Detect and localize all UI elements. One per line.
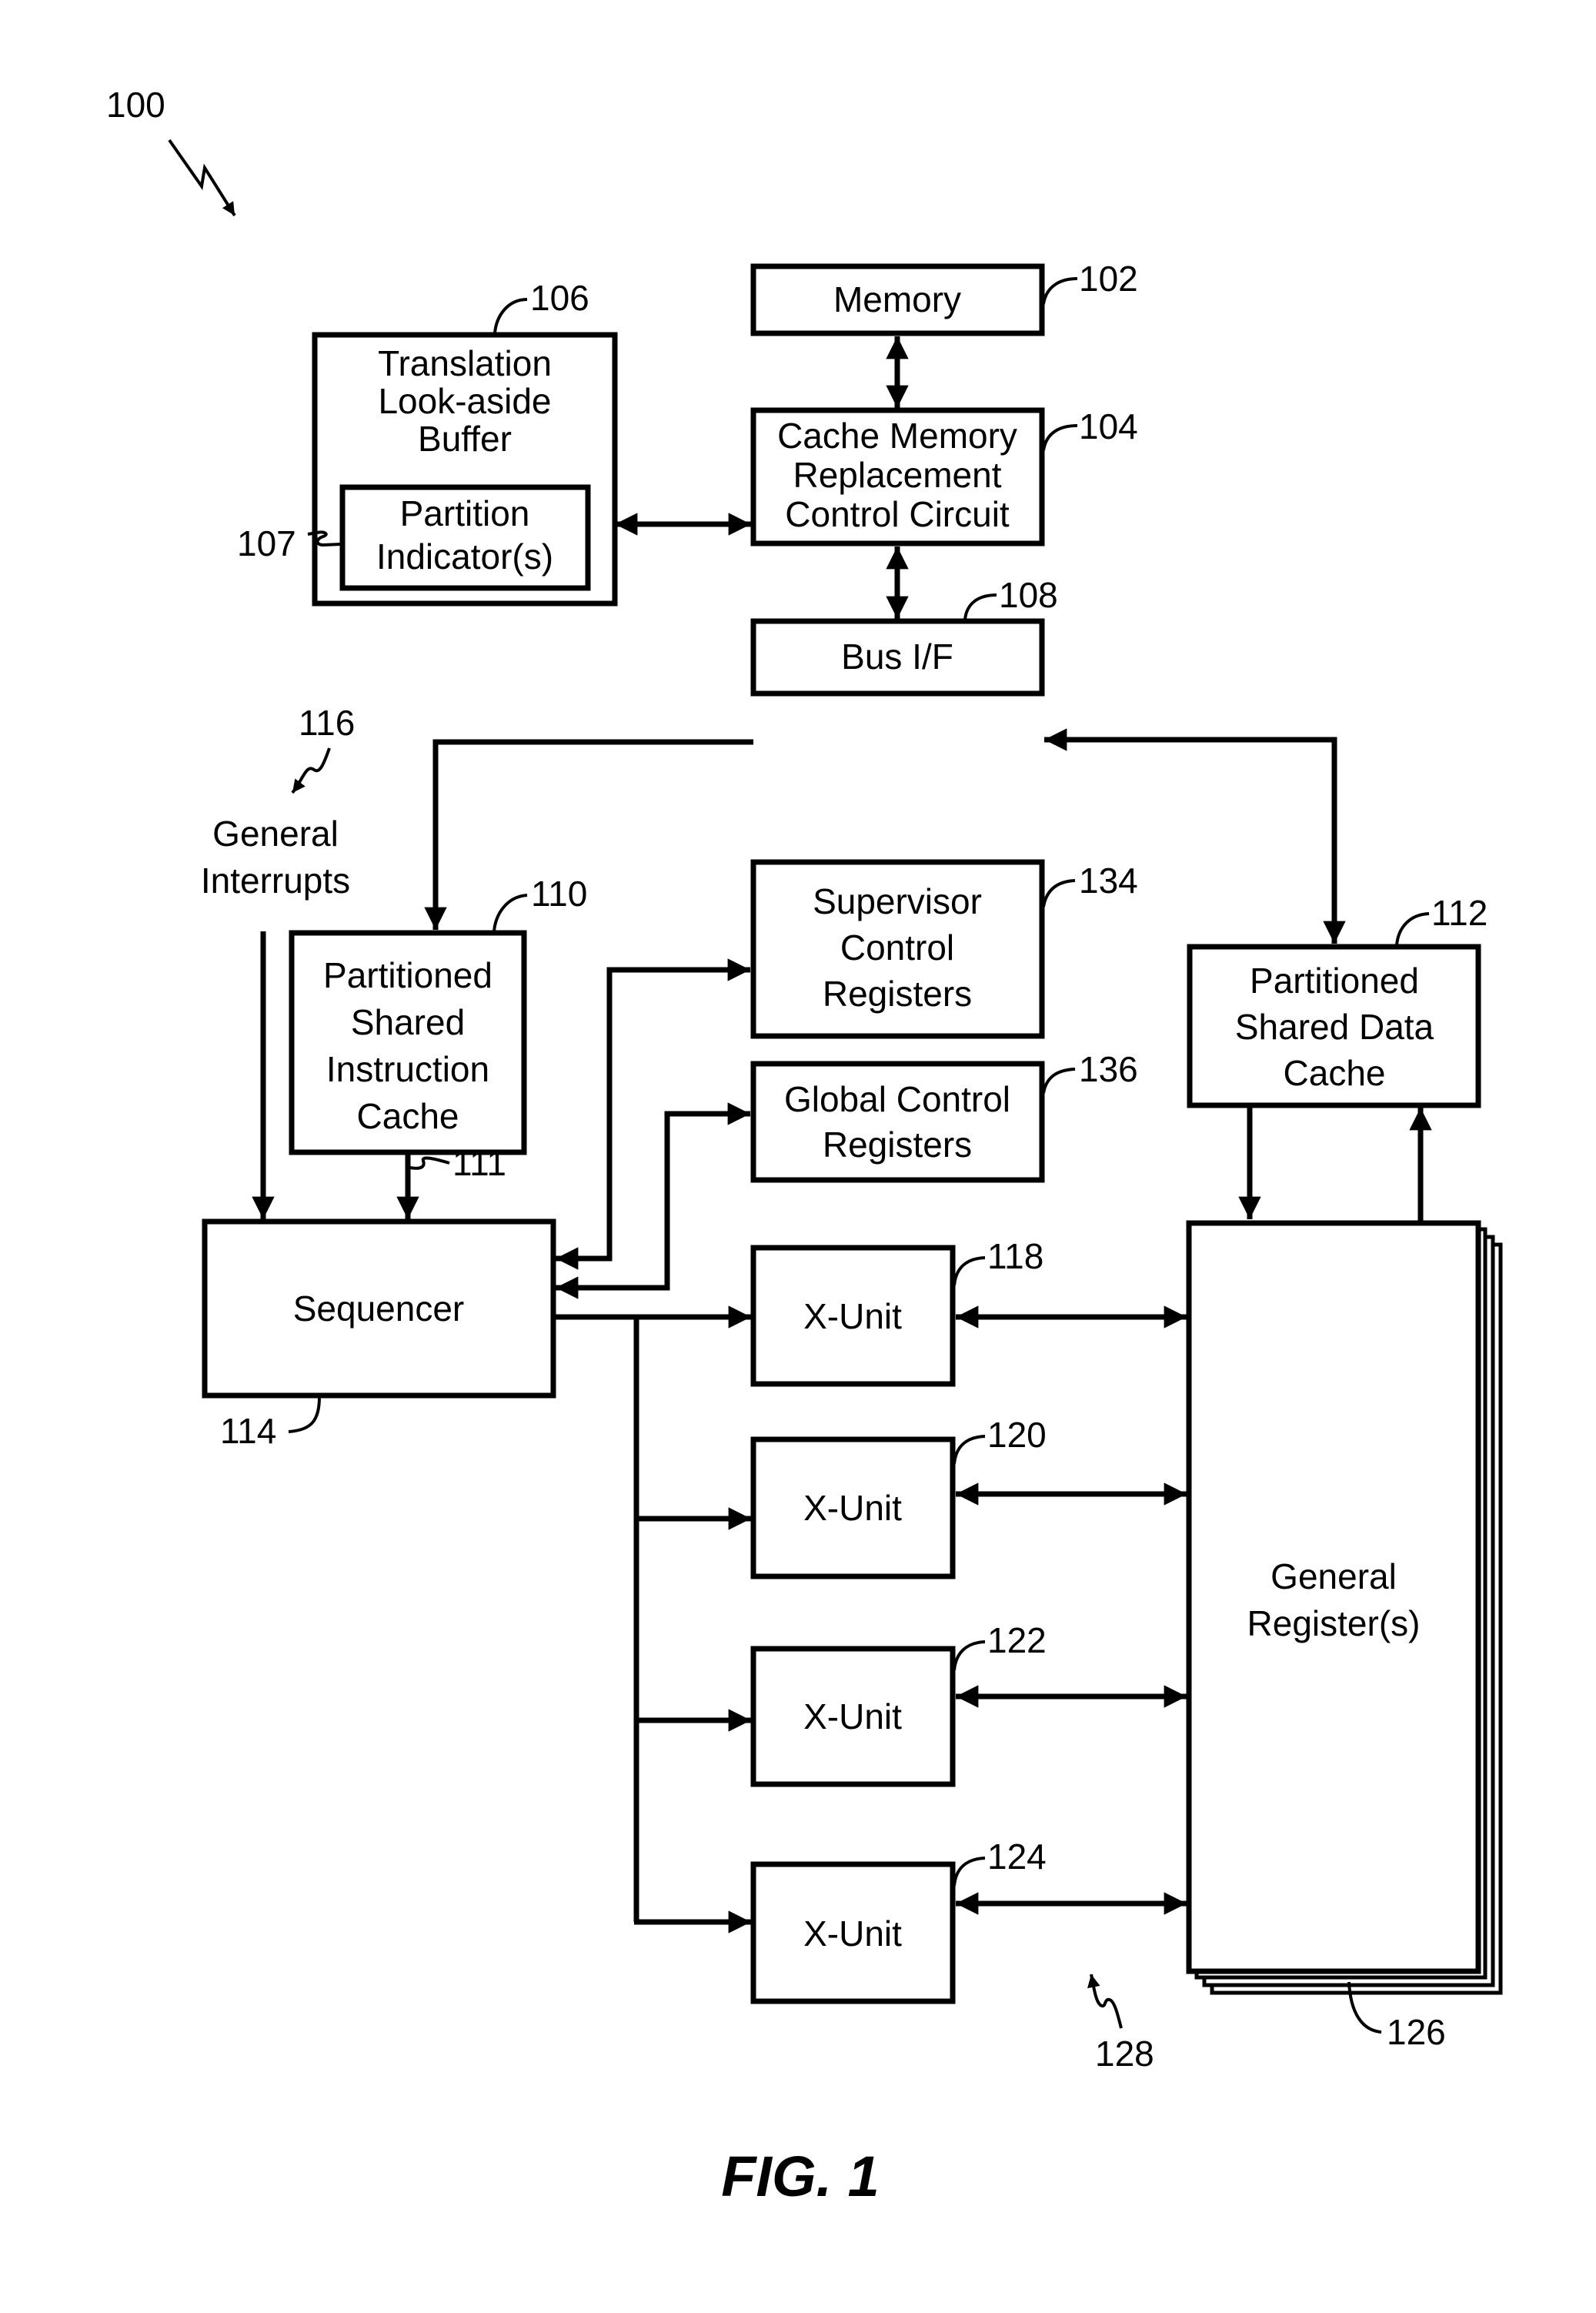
general-interrupts: 116 General Interrupts <box>201 703 356 901</box>
supervisor-label-line1: Supervisor <box>813 881 982 921</box>
ref-110: 110 <box>531 874 587 914</box>
lightning-arrow-icon <box>168 139 236 217</box>
interrupts-label-line1: General <box>212 814 339 854</box>
leader-134 <box>1042 879 1076 907</box>
global-label-line2: Registers <box>823 1125 972 1165</box>
cache-ctrl-label-line2: Replacement <box>793 455 1001 495</box>
supervisor-label-line2: Control <box>840 928 954 968</box>
leader-108 <box>963 593 997 620</box>
leader-122 <box>953 1640 986 1671</box>
xunit-124-block[interactable]: X-Unit <box>750 1861 956 2004</box>
leader-102 <box>1042 277 1078 305</box>
ref-124: 124 <box>987 1837 1047 1877</box>
ref-106: 106 <box>530 278 589 318</box>
partition-indicators-label-line2: Indicator(s) <box>376 536 553 577</box>
gen-regs-label-line1: General <box>1270 1556 1397 1596</box>
data-cache-label-line2: Shared Data <box>1235 1007 1434 1047</box>
ref-120: 120 <box>987 1415 1047 1455</box>
ref-126: 126 <box>1387 2012 1446 2052</box>
register-layer-1 <box>1186 1220 1481 1974</box>
tlb-label-line2: Look-aside <box>378 381 551 421</box>
ref-104: 104 <box>1079 406 1138 446</box>
bus-data-cache-link <box>1044 728 1346 944</box>
cache-ctrl-label-line1: Cache Memory <box>777 416 1017 456</box>
instr-cache-label-line1: Partitioned <box>323 955 492 995</box>
lightning-arrow-icon <box>1087 1974 1123 2029</box>
sequencer-global-link <box>556 1102 750 1299</box>
ref-128: 128 <box>1095 2034 1154 2074</box>
leader-111 <box>409 1156 450 1170</box>
xunit-124-label: X-Unit <box>803 1914 902 1954</box>
global-registers-block[interactable]: Global Control Registers <box>750 1061 1045 1183</box>
sequencer-block[interactable]: Sequencer <box>202 1218 556 1399</box>
xunit-120-block[interactable]: X-Unit <box>750 1436 956 1579</box>
lightning-arrow-icon <box>291 747 331 794</box>
ref-136: 136 <box>1079 1049 1138 1089</box>
leader-120 <box>953 1435 986 1465</box>
execution-units-reference: 128 <box>1087 1974 1154 2074</box>
instruction-cache-block[interactable]: Partitioned Shared Instruction Cache <box>289 930 527 1155</box>
ref-112: 112 <box>1431 893 1487 933</box>
leader-136 <box>1042 1068 1076 1094</box>
ref-118: 118 <box>987 1236 1043 1276</box>
general-registers-block[interactable]: General Register(s) <box>1186 1220 1503 1995</box>
tlb-label-line3: Buffer <box>418 419 512 459</box>
cache-ctrl-label-line3: Control Circuit <box>785 494 1010 534</box>
ref-134: 134 <box>1079 861 1138 901</box>
data-cache-label-line1: Partitioned <box>1250 961 1419 1001</box>
xunit-122-block[interactable]: X-Unit <box>750 1646 956 1787</box>
gen-regs-label-line2: Register(s) <box>1247 1603 1421 1643</box>
ref-102: 102 <box>1079 259 1138 299</box>
interrupts-label-line2: Interrupts <box>201 861 350 901</box>
system-reference: 100 <box>106 85 236 217</box>
leader-118 <box>953 1256 986 1286</box>
xunit-118-block[interactable]: X-Unit <box>750 1245 956 1387</box>
instr-cache-label-line2: Shared <box>351 1002 465 1042</box>
leader-114 <box>288 1396 321 1433</box>
leader-112 <box>1395 912 1430 946</box>
leader-110 <box>492 894 528 932</box>
supervisor-registers-block[interactable]: Supervisor Control Registers <box>750 859 1045 1039</box>
data-cache-block[interactable]: Partitioned Shared Data Cache <box>1187 944 1481 1108</box>
ref-122: 122 <box>987 1620 1047 1660</box>
partition-indicators-label-line1: Partition <box>400 493 530 533</box>
ref-116: 116 <box>299 703 355 743</box>
global-label-line1: Global Control <box>784 1079 1010 1119</box>
ref-114: 114 <box>220 1411 276 1451</box>
figure-caption: FIG. 1 <box>721 2144 880 2208</box>
tlb-block[interactable]: Translation Look-aside Buffer Partition … <box>312 332 618 607</box>
instr-cache-label-line4: Cache <box>357 1096 459 1136</box>
bus-if-label: Bus I/F <box>841 637 953 677</box>
ref-100: 100 <box>106 85 165 125</box>
leader-106 <box>493 298 528 334</box>
memory-label: Memory <box>833 279 961 319</box>
cache-replacement-control-block[interactable]: Cache Memory Replacement Control Circuit <box>750 407 1045 546</box>
instr-cache-label-line3: Instruction <box>326 1049 489 1089</box>
bus-to-instruction-cache <box>424 739 753 930</box>
ref-107: 107 <box>237 523 296 563</box>
xunit-118-label: X-Unit <box>803 1296 902 1336</box>
tlb-label-line1: Translation <box>378 343 552 383</box>
block-diagram: 100 Memory 102 Cache Memory Replacement … <box>106 85 1503 2208</box>
leader-104 <box>1042 424 1078 451</box>
data-cache-label-line3: Cache <box>1284 1053 1386 1093</box>
ref-111: 111 <box>452 1143 506 1183</box>
ref-108: 108 <box>999 575 1058 615</box>
supervisor-label-line3: Registers <box>823 974 972 1014</box>
xunit-120-label: X-Unit <box>803 1488 902 1528</box>
sequencer-label: Sequencer <box>293 1289 465 1329</box>
memory-block[interactable]: Memory <box>750 263 1045 336</box>
bus-interface-block[interactable]: Bus I/F <box>750 618 1045 697</box>
xunit-122-label: X-Unit <box>803 1696 902 1736</box>
partition-indicators-block[interactable]: Partition Indicator(s) <box>339 484 591 591</box>
leader-124 <box>953 1857 986 1887</box>
